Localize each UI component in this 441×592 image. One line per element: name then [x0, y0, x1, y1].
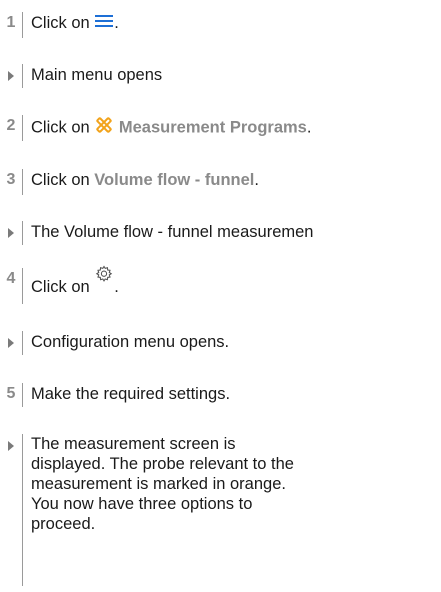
instruction-list: 1 Click on . Main menu opens 2 Click on [0, 0, 441, 592]
step-text: Click on [31, 118, 90, 137]
result-marker [0, 64, 22, 81]
result-3: Configuration menu opens. [0, 331, 441, 355]
settings-gear-icon [94, 264, 114, 290]
step-text: Click on [31, 14, 90, 32]
step-4: 4 Click on . [0, 265, 441, 304]
step-text-end: . [306, 118, 312, 137]
step-number: 3 [6, 171, 16, 188]
step-1: 1 Click on . [0, 12, 441, 38]
step-number: 5 [6, 385, 16, 402]
measurement-tools-icon [94, 115, 114, 141]
result-text: Configuration menu opens. [31, 333, 230, 351]
result-marker [0, 434, 22, 451]
step-3: 3 Click on Volume flow - funnel. [0, 169, 441, 195]
measurement-programs-link[interactable]: Measurement Programs [119, 118, 307, 136]
step-5: 5 Make the required settings. [0, 383, 441, 407]
volume-flow-funnel-link[interactable]: Volume flow - funnel [94, 171, 254, 189]
step-text-end: . [254, 171, 259, 189]
result-4: The measurement screen is displayed. The… [0, 434, 441, 586]
result-marker [0, 331, 22, 348]
step-number: 2 [6, 117, 16, 134]
step-text-end: . [114, 14, 119, 32]
result-1: Main menu opens [0, 64, 441, 88]
step-number: 4 [6, 270, 16, 287]
step-text-end: . [114, 278, 119, 296]
result-2: The Volume flow - funnel measuremen [0, 221, 441, 245]
menu-hamburger-icon [94, 13, 114, 35]
step-text: Make the required settings. [31, 385, 231, 403]
result-text: Main menu opens [31, 66, 163, 84]
step-text: Click on [31, 171, 90, 189]
step-text: Click on [31, 278, 90, 296]
result-marker [0, 221, 22, 238]
result-text: The Volume flow - funnel measuremen [31, 223, 314, 241]
result-text: The measurement screen is displayed. The… [31, 435, 294, 533]
step-2: 2 Click on Measurement Programs. [0, 115, 441, 141]
step-number: 1 [6, 14, 16, 31]
